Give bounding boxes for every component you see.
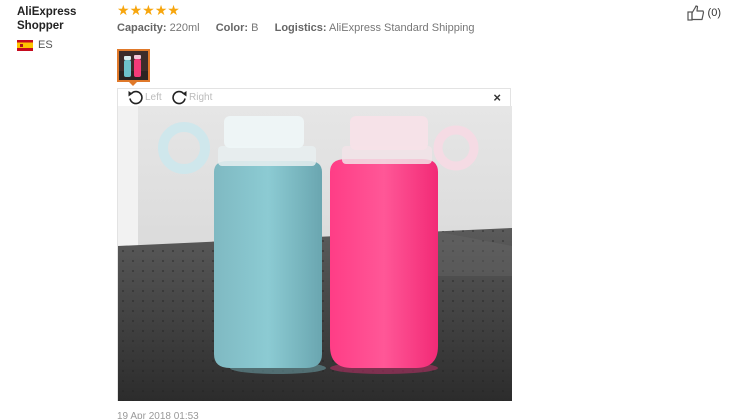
- helpful-button[interactable]: (0): [686, 5, 721, 21]
- rotate-right-button[interactable]: Right: [171, 89, 212, 105]
- rotate-right-label: Right: [189, 91, 213, 103]
- close-icon[interactable]: ×: [493, 91, 501, 105]
- order-attributes: Capacity: 220ml Color: B Logistics: AliE…: [117, 22, 475, 34]
- attr-label-capacity: Capacity:: [117, 22, 167, 34]
- attr-value-logistics: AliExpress Standard Shipping: [329, 22, 475, 34]
- attr-value-capacity: 220ml: [169, 22, 200, 34]
- star-icon: ★: [142, 2, 155, 18]
- review-photo-thumbnail[interactable]: [117, 49, 150, 82]
- star-icon: ★: [117, 2, 130, 18]
- country-code: ES: [38, 39, 53, 51]
- attr-value-color: B: [251, 22, 259, 34]
- bottles-photo: [118, 106, 512, 401]
- user-country: ES: [17, 39, 53, 51]
- thumbnail-pointer: [129, 82, 137, 86]
- flag-es-icon: [17, 39, 33, 51]
- attr-label-color: Color:: [215, 22, 249, 34]
- star-icon: ★: [167, 2, 180, 18]
- star-icon: ★: [129, 2, 143, 18]
- review-date: 19 Apr 2018 01:53: [117, 411, 199, 419]
- rating-stars: ★ ★ ★ ★ ★: [117, 3, 180, 18]
- photo-viewer: Left Right ×: [117, 88, 512, 401]
- attr-label-logistics: Logistics:: [274, 22, 327, 34]
- rotate-right-icon: [172, 90, 187, 105]
- viewer-toolbar: Left Right ×: [118, 89, 510, 107]
- star-icon: ★: [154, 2, 168, 18]
- user-name: AliExpress Shopper: [17, 6, 77, 32]
- rotate-left-label: Left: [145, 91, 162, 103]
- rotate-left-button[interactable]: Left: [127, 89, 162, 105]
- review-photo: [118, 106, 512, 401]
- helpful-count: (0): [707, 7, 721, 19]
- thumbs-up-icon: [686, 5, 704, 21]
- rotate-left-icon: [128, 90, 143, 105]
- thumbnail-image: [119, 51, 148, 80]
